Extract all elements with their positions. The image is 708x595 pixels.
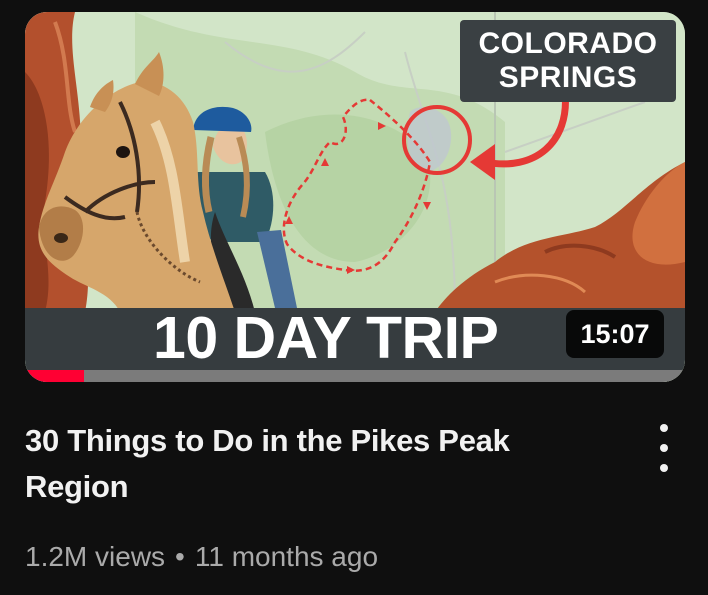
video-card[interactable]: COLORADO SPRINGS 10 DAY TRIP 15:07 30 Th…: [0, 0, 708, 595]
video-thumbnail[interactable]: COLORADO SPRINGS 10 DAY TRIP 15:07: [25, 12, 685, 382]
more-dot: [660, 444, 668, 452]
video-metadata: 1.2M views • 11 months ago: [25, 535, 378, 579]
watch-progress-fill: [25, 370, 85, 382]
duration-badge: 15:07: [566, 310, 664, 358]
thumbnail-banner-text: 10 DAY TRIP: [153, 305, 499, 371]
video-title[interactable]: 30 Things to Do in the Pikes Peak Region: [25, 418, 615, 510]
more-dot: [660, 424, 668, 432]
callout-line-1: COLORADO: [478, 27, 658, 60]
upload-age: 11 months ago: [194, 541, 379, 572]
more-vert-icon[interactable]: [644, 420, 684, 476]
location-callout: COLORADO SPRINGS: [460, 20, 676, 102]
view-count: 1.2M views: [25, 541, 166, 572]
watch-progress-bar: [25, 370, 685, 382]
more-dot: [660, 464, 668, 472]
meta-separator: •: [175, 541, 185, 572]
callout-line-2: SPRINGS: [498, 61, 638, 94]
